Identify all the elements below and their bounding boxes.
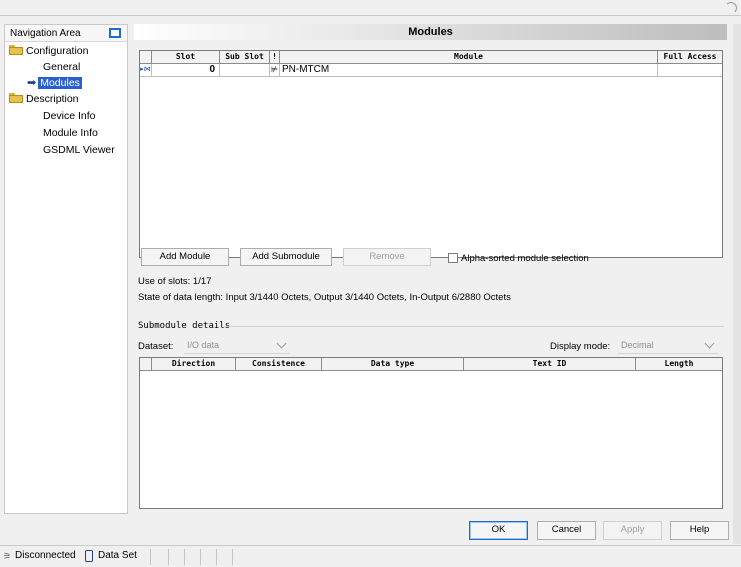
cell-subslot[interactable]	[220, 64, 270, 76]
apply-button[interactable]: Apply	[603, 521, 662, 540]
column-header-slot[interactable]: Slot	[152, 51, 220, 63]
cell-slot[interactable]: 0	[152, 64, 220, 76]
panel-toggle-icon[interactable]	[109, 28, 121, 38]
dataset-label: Dataset:	[138, 341, 174, 352]
column-header-length[interactable]: Length	[636, 358, 722, 370]
nav-item-gsdml-viewer[interactable]: GSDML Viewer	[43, 143, 115, 158]
navigation-area: Navigation Area Configuration General ➡ M…	[4, 24, 128, 514]
status-separator	[216, 549, 217, 565]
table-header: Direction Consistence Data type Text ID …	[140, 358, 722, 371]
cell-module[interactable]: PN-MTCM	[280, 64, 658, 76]
alpha-sorted-checkbox[interactable]	[448, 253, 458, 263]
status-bar: ⚞ Disconnected Data Set	[0, 545, 741, 566]
table-row[interactable]: ▸⋈ 0 ⊭ PN-MTCM	[140, 64, 722, 77]
nav-item-label: Description	[26, 93, 79, 105]
status-separator	[184, 549, 185, 565]
help-button[interactable]: Help	[670, 521, 729, 540]
disconnected-icon: ⚞	[3, 551, 12, 561]
section-divider	[224, 326, 724, 327]
dataset-select[interactable]: I/O data	[184, 337, 290, 354]
nav-item-label: Configuration	[26, 45, 89, 57]
submodule-details-title: Submodule details	[138, 321, 231, 331]
modules-title: Modules	[408, 26, 453, 38]
add-module-button[interactable]: Add Module	[141, 248, 229, 266]
display-mode-label: Display mode:	[550, 341, 611, 352]
status-separator	[150, 549, 151, 565]
status-separator	[232, 549, 233, 565]
data-length-text: State of data length: Input 3/1440 Octet…	[138, 292, 511, 303]
modules-panel: Modules Slot Sub Slot ! Module Full Acce…	[134, 24, 727, 514]
dataset-icon	[85, 550, 93, 562]
add-submodule-button[interactable]: Add Submodule	[240, 248, 332, 266]
ok-button[interactable]: OK	[469, 521, 528, 540]
dataset-status: Data Set	[98, 550, 137, 561]
column-header-full-access[interactable]: Full Access	[658, 51, 722, 63]
chevron-down-icon	[704, 338, 715, 349]
arrow-right-icon: ➡	[27, 77, 37, 89]
folder-icon	[9, 93, 23, 104]
status-separator	[168, 549, 169, 565]
row-marker-icon: ▸⋈	[140, 64, 152, 76]
cell-full-access[interactable]	[658, 64, 722, 76]
column-header-flag[interactable]: !	[270, 51, 280, 63]
nav-item-label: General	[43, 61, 81, 73]
column-header-consistence[interactable]: Consistence	[236, 358, 322, 370]
modules-table: Slot Sub Slot ! Module Full Access ▸⋈ 0 …	[139, 50, 723, 258]
modules-header: Modules	[134, 24, 727, 40]
row-header-corner	[140, 51, 152, 63]
nav-item-device-info[interactable]: Device Info	[43, 109, 96, 124]
nav-header: Navigation Area	[5, 25, 127, 42]
nav-item-label: Modules	[38, 77, 82, 89]
use-of-slots-text: Use of slots: 1/17	[138, 276, 212, 287]
refresh-icon[interactable]	[725, 2, 737, 14]
remove-button[interactable]: Remove	[343, 248, 431, 266]
row-header-corner	[140, 358, 152, 370]
nav-title: Navigation Area	[10, 28, 81, 39]
submodule-table: Direction Consistence Data type Text ID …	[139, 357, 723, 509]
nav-item-configuration[interactable]: Configuration	[9, 44, 88, 59]
column-header-subslot[interactable]: Sub Slot	[220, 51, 270, 63]
folder-icon	[9, 45, 23, 56]
nav-item-label: Device Info	[43, 110, 96, 122]
nav-item-modules[interactable]: ➡ Modules	[27, 76, 82, 91]
nav-item-module-info[interactable]: Module Info	[43, 126, 98, 141]
window-edge	[733, 24, 741, 544]
nav-item-general[interactable]: General	[43, 60, 80, 75]
column-header-module[interactable]: Module	[280, 51, 658, 63]
title-strip	[0, 0, 741, 16]
status-separator	[200, 549, 201, 565]
cancel-button[interactable]: Cancel	[537, 521, 596, 540]
column-header-direction[interactable]: Direction	[152, 358, 236, 370]
nav-item-description[interactable]: Description	[9, 92, 79, 107]
column-header-data-type[interactable]: Data type	[322, 358, 464, 370]
cell-flag: ⊭	[270, 64, 280, 76]
connection-status: Disconnected	[15, 550, 76, 561]
chevron-down-icon	[276, 338, 287, 349]
column-header-text-id[interactable]: Text ID	[464, 358, 636, 370]
nav-item-label: GSDML Viewer	[43, 144, 115, 156]
table-header: Slot Sub Slot ! Module Full Access	[140, 51, 722, 64]
dataset-value: I/O data	[187, 340, 220, 350]
alpha-sorted-label: Alpha-sorted module selection	[461, 253, 589, 264]
nav-item-label: Module Info	[43, 127, 98, 139]
display-mode-value: Decimal	[621, 340, 654, 350]
display-mode-select[interactable]: Decimal	[618, 337, 718, 354]
